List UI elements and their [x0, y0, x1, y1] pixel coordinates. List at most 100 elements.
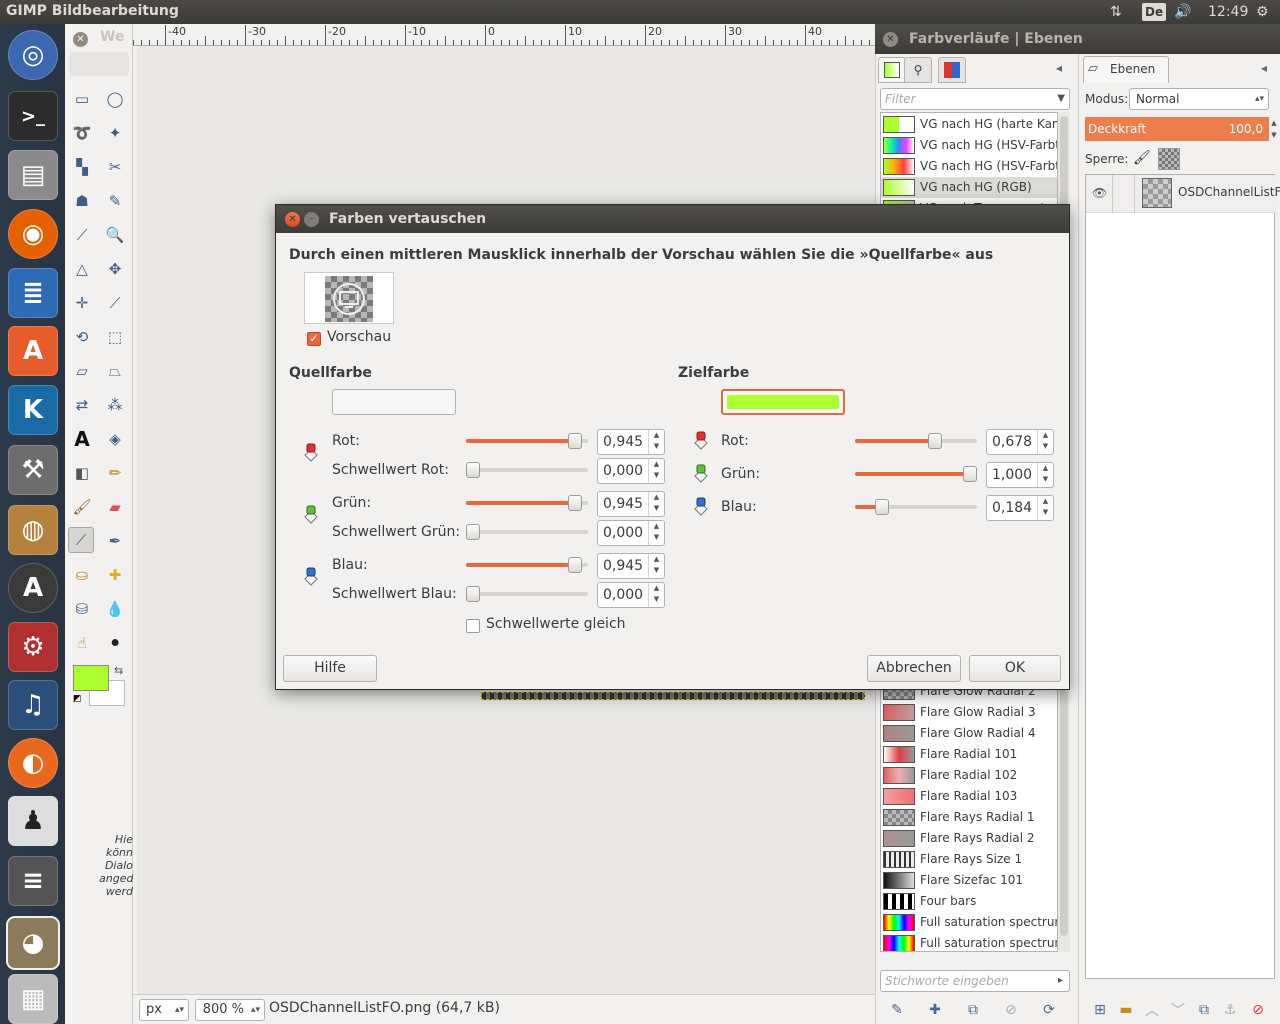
shear-tool[interactable]: ▱ — [69, 358, 95, 384]
gradient-list-item[interactable]: Full saturation spectrum CCW — [881, 912, 1057, 933]
ok-button[interactable]: OK — [969, 655, 1061, 682]
source-color-button[interactable] — [332, 389, 456, 415]
blur-tool[interactable]: 💧 — [102, 596, 128, 622]
source-green-threshold-slider[interactable] — [466, 523, 588, 541]
toolbox-close-icon[interactable]: ✕ — [73, 32, 88, 47]
file-manager-icon[interactable]: ▤ — [8, 150, 58, 200]
gradient-list-item[interactable]: VG nach HG (RGB) — [881, 177, 1057, 198]
flip-tool[interactable]: ⇄ — [69, 392, 95, 418]
layers-list[interactable]: 👁 OSDChannelListFO — [1085, 174, 1280, 979]
heal-tool[interactable]: ✚ — [102, 562, 128, 588]
clock[interactable]: 12:49 — [1208, 2, 1248, 22]
gradient-list-item[interactable]: Flare Rays Radial 2 — [881, 828, 1057, 849]
writer-icon[interactable]: ≣ — [8, 268, 58, 318]
dash-home-icon[interactable]: ◎ — [8, 30, 58, 80]
source-green-spinner[interactable]: 0,945 ▲ ▼ — [597, 491, 665, 517]
zoom-tool[interactable]: 🔍 — [102, 222, 128, 248]
swap-colors-icon[interactable]: ⇆ — [114, 664, 123, 677]
horizontal-ruler[interactable]: -40 -30 -20 -10 0 10 20 30 40 — [133, 24, 875, 46]
preview-checkbox[interactable]: ✓ — [307, 332, 321, 346]
paths-tool[interactable]: ✎ — [102, 188, 128, 214]
crop-tool[interactable]: ⟋ — [102, 290, 128, 316]
dialog-titlebar[interactable]: ✕ – Farben vertauschen — [276, 205, 1069, 233]
ink-tool[interactable]: ✒ — [102, 528, 128, 554]
source-red-threshold-slider[interactable] — [466, 461, 588, 479]
gradient-list-item[interactable]: VG nach HG (harte Kante) — [881, 114, 1057, 135]
source-red-threshold-spinner[interactable]: 0,000 ▲ ▼ — [597, 458, 665, 484]
spinner-arrows[interactable]: ▲ ▼ — [648, 492, 664, 516]
layer-visibility-eye-icon[interactable]: 👁 — [1092, 186, 1107, 200]
pencil-tool[interactable]: ✏ — [102, 460, 128, 486]
preview-image[interactable] — [325, 276, 373, 322]
gradient-list-item[interactable]: Flare Glow Radial 4 — [881, 723, 1057, 744]
gradient-list-item[interactable]: Flare Radial 102 — [881, 765, 1057, 786]
airbrush-tool[interactable]: ⟋ — [68, 527, 94, 553]
gradient-list-item[interactable]: Four bars — [881, 891, 1057, 912]
lasso-tool[interactable]: ➰ — [69, 120, 95, 146]
dialog-minimize-icon[interactable]: – — [304, 212, 319, 227]
layer-row[interactable]: 👁 OSDChannelListFO — [1086, 175, 1280, 213]
spinner-arrows[interactable]: ▲ ▼ — [648, 459, 664, 483]
volume-icon[interactable]: 🔊 — [1174, 2, 1191, 22]
keyboard-layout-indicator[interactable]: De — [1142, 3, 1167, 21]
spinner-arrows[interactable]: ▲ ▼ — [1037, 496, 1053, 520]
text-tool[interactable]: A — [69, 426, 95, 452]
new-layer-group-icon[interactable]: ▬ — [1113, 998, 1139, 1022]
updater-icon[interactable]: A — [8, 563, 58, 613]
color-select-tool[interactable]: ▚ — [69, 154, 95, 180]
tab-gradients[interactable] — [878, 57, 906, 83]
source-red-slider[interactable] — [466, 432, 588, 450]
color-picker-tool[interactable]: ⟋ — [69, 222, 95, 248]
gradient-list-item[interactable]: Flare Glow Radial 3 — [881, 702, 1057, 723]
vertical-ruler[interactable] — [133, 46, 137, 996]
move-tool[interactable]: ✥ — [102, 256, 128, 282]
mode-select[interactable]: Normal ▴▾ — [1129, 88, 1269, 110]
target-color-button[interactable] — [721, 389, 845, 415]
bucket-fill-tool[interactable]: ◈ — [102, 426, 128, 452]
tab-palettes[interactable] — [938, 57, 966, 83]
opacity-spinner-arrows[interactable]: ▲ ▼ — [1269, 117, 1279, 141]
trash-icon[interactable]: ▦ — [8, 974, 58, 1024]
dock-close-icon[interactable]: ✕ — [883, 32, 898, 47]
spinner-arrows[interactable]: ▲ ▼ — [648, 554, 664, 578]
gradient-list-item[interactable]: VG nach HG (HSV-Farbton) — [881, 156, 1057, 177]
source-green-slider[interactable] — [466, 494, 588, 512]
settings-wrench-icon[interactable]: ⚙ — [8, 622, 58, 672]
raise-layer-icon[interactable]: ︿ — [1139, 998, 1165, 1022]
eraser-tool[interactable]: ▰ — [102, 494, 128, 520]
lock-thresholds-checkbox[interactable] — [466, 619, 480, 633]
lock-alpha-icon[interactable] — [1158, 148, 1180, 170]
rect-select-tool[interactable]: ▭ — [69, 86, 95, 112]
tab-layers[interactable]: ▱ Ebenen — [1083, 56, 1169, 83]
align-tool[interactable]: ✛ — [69, 290, 95, 316]
new-layer-icon[interactable]: ⊞ — [1087, 998, 1113, 1022]
archive-globe-icon[interactable]: ◍ — [8, 505, 58, 555]
gimp-icon[interactable]: ◕ — [8, 918, 58, 968]
opacity-slider[interactable]: Deckkraft 100,0 — [1085, 117, 1269, 141]
anchor-layer-icon[interactable]: ⚓ — [1217, 998, 1243, 1022]
cancel-button[interactable]: Abbrechen — [867, 655, 961, 682]
spinner-arrows[interactable]: ▲ ▼ — [648, 521, 664, 545]
preview-area[interactable] — [304, 272, 394, 324]
lower-layer-icon[interactable]: ﹀ — [1165, 998, 1191, 1022]
gradient-list-item[interactable]: Flare Rays Radial 1 — [881, 807, 1057, 828]
duplicate-gradient-icon[interactable]: ⧉ — [960, 998, 986, 1022]
tags-input[interactable]: Stichworte eingeben ▸ — [880, 970, 1070, 992]
software-center-icon[interactable]: A — [8, 326, 58, 376]
target-red-spinner[interactable]: 0,678 ▲ ▼ — [986, 429, 1054, 455]
source-red-spinner[interactable]: 0,945 ▲ ▼ — [597, 429, 665, 455]
unit-select[interactable]: px ▴▾ — [139, 999, 189, 1021]
help-button[interactable]: Hilfe — [283, 655, 377, 682]
power-gear-icon[interactable]: ⚙ — [1256, 2, 1269, 22]
source-blue-threshold-spinner[interactable]: 0,000 ▲ ▼ — [597, 582, 665, 608]
spinner-arrows[interactable]: ▲ ▼ — [1037, 430, 1053, 454]
terminal-icon[interactable]: >_ — [8, 91, 58, 141]
zoom-select[interactable]: 800 % ▴▾ — [195, 999, 265, 1021]
target-green-spinner[interactable]: 1,000 ▲ ▼ — [986, 462, 1054, 488]
measure-tool[interactable]: △ — [69, 256, 95, 282]
paintbrush-tool[interactable]: 🖌 — [69, 494, 95, 520]
music-icon[interactable]: ♫ — [8, 680, 58, 730]
foreground-color-swatch[interactable] — [73, 665, 109, 691]
layer-name[interactable]: OSDChannelListFO — [1178, 185, 1280, 199]
network-icon[interactable]: ⇅ — [1110, 2, 1122, 22]
